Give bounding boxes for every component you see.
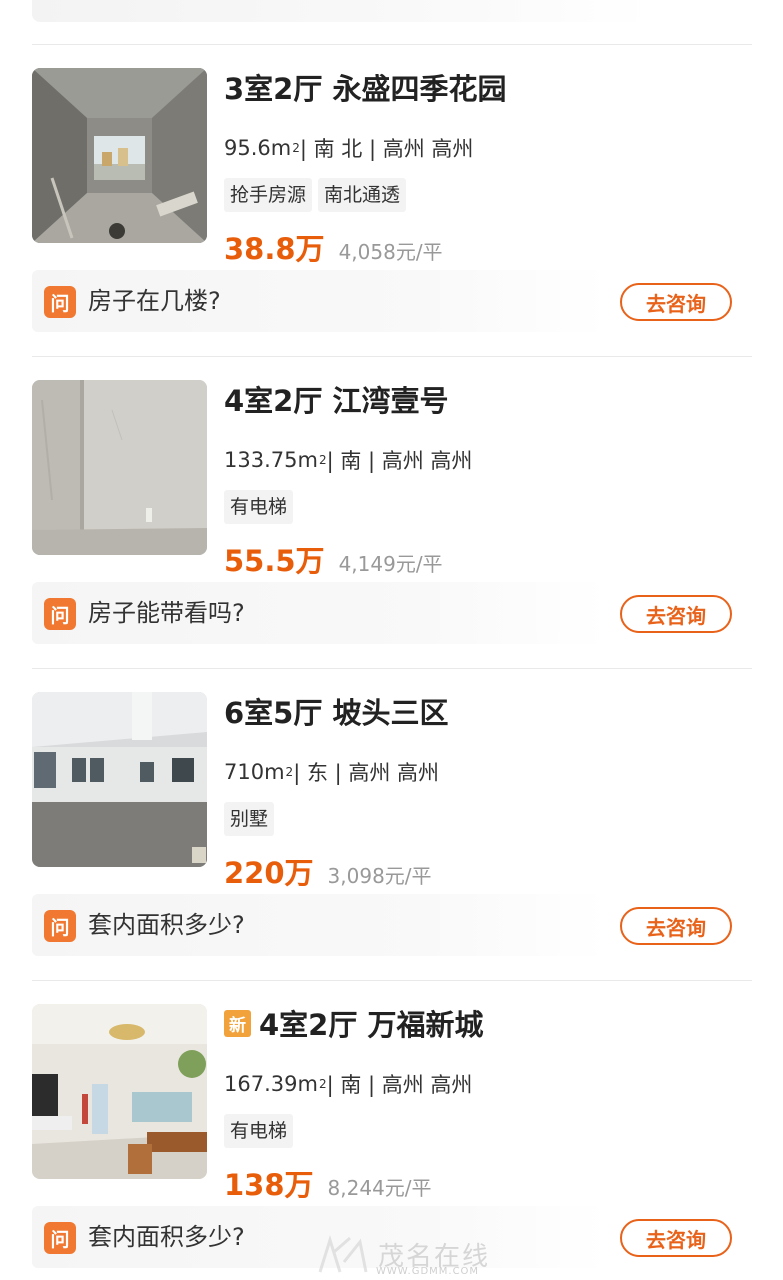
- listing-card[interactable]: 4室2厅 江湾壹号 133.75m 2 | 南 | 高州 高州 有电梯 55.5万…: [32, 356, 752, 668]
- question-bar[interactable]: 问 房子在几楼? 去咨询: [32, 270, 752, 332]
- consult-button[interactable]: 去咨询: [620, 907, 732, 945]
- unit-price: 4,149元/平: [338, 552, 443, 576]
- total-price: 138万: [224, 1168, 314, 1202]
- consult-button[interactable]: 去咨询: [620, 1219, 732, 1257]
- question-icon: 问: [44, 1222, 76, 1254]
- question-icon: 问: [44, 286, 76, 318]
- listing-meta: 710m 2 | 东 | 高州 高州: [224, 756, 439, 788]
- consult-button[interactable]: 去咨询: [620, 595, 732, 633]
- listing-photo[interactable]: [32, 1004, 207, 1179]
- listing-meta: 167.39m 2 | 南 | 高州 高州: [224, 1068, 472, 1100]
- area: 133.75m: [224, 448, 318, 472]
- listing-title[interactable]: 4室2厅 江湾壹号: [224, 378, 448, 420]
- area-unit-sup: 2: [285, 765, 294, 779]
- listing-card[interactable]: 6室5厅 坡头三区 710m 2 | 东 | 高州 高州 别墅 220万 3,09…: [32, 668, 752, 980]
- price-row: 55.5万 4,149元/平: [224, 538, 443, 584]
- orientation-location: | 东 | 高州 高州: [293, 761, 440, 785]
- title-text[interactable]: 3室2厅 永盛四季花园: [224, 66, 506, 108]
- price-row: 138万 8,244元/平: [224, 1162, 432, 1208]
- title-text[interactable]: 4室2厅 江湾壹号: [224, 378, 448, 420]
- tag: 别墅: [224, 802, 275, 836]
- price-row: 220万 3,098元/平: [224, 850, 432, 896]
- area: 710m: [224, 760, 285, 784]
- tag-list: 抢手房源 南北通透: [224, 178, 407, 212]
- unit-price: 8,244元/平: [327, 1176, 432, 1200]
- question-icon: 问: [44, 910, 76, 942]
- listing-feed: 3室2厅 永盛四季花园 95.6m 2 | 南 北 | 高州 高州 抢手房源 南北…: [0, 0, 783, 1280]
- orientation-location: | 南 北 | 高州 高州: [299, 137, 474, 161]
- consult-button[interactable]: 去咨询: [620, 283, 732, 321]
- tag: 南北通透: [318, 178, 407, 212]
- listing-title[interactable]: 新 4室2厅 万福新城: [224, 1002, 483, 1044]
- total-price: 38.8万: [224, 232, 325, 266]
- tag: 抢手房源: [224, 178, 313, 212]
- area: 95.6m: [224, 136, 292, 160]
- listing-title[interactable]: 6室5厅 坡头三区: [224, 690, 448, 732]
- photo-furnished-living-room: [32, 1004, 207, 1179]
- watermark-url: WWW.GDMM.COM: [376, 1266, 480, 1277]
- listing-photo[interactable]: [32, 692, 207, 867]
- question-bar[interactable]: 问 套内面积多少? 去咨询: [32, 894, 752, 956]
- title-text[interactable]: 6室5厅 坡头三区: [224, 690, 448, 732]
- area: 167.39m: [224, 1072, 318, 1096]
- listing-photo[interactable]: [32, 380, 207, 555]
- question-text[interactable]: 套内面积多少?: [88, 1220, 245, 1254]
- question-icon: 问: [44, 598, 76, 630]
- new-badge: 新: [224, 1009, 251, 1037]
- orientation-location: | 南 | 高州 高州: [326, 1073, 473, 1097]
- question-text[interactable]: 套内面积多少?: [88, 908, 245, 942]
- area-unit-sup: 2: [292, 141, 300, 155]
- question-text[interactable]: 房子能带看吗?: [88, 596, 245, 630]
- tag-list: 别墅: [224, 802, 275, 836]
- tag-list: 有电梯: [224, 490, 294, 524]
- area-unit-sup: 2: [318, 453, 327, 467]
- listing-meta: 95.6m 2 | 南 北 | 高州 高州: [224, 132, 473, 164]
- listing-meta: 133.75m 2 | 南 | 高州 高州: [224, 444, 472, 476]
- photo-concrete-wall: [32, 380, 207, 555]
- tag: 有电梯: [224, 1114, 294, 1148]
- listing-photo[interactable]: [32, 68, 207, 243]
- tag: 有电梯: [224, 490, 294, 524]
- total-price: 220万: [224, 856, 314, 890]
- orientation-location: | 南 | 高州 高州: [326, 449, 473, 473]
- total-price: 55.5万: [224, 544, 325, 578]
- photo-unfinished-room-window: [32, 68, 207, 243]
- price-row: 38.8万 4,058元/平: [224, 226, 443, 272]
- listing-title[interactable]: 3室2厅 永盛四季花园: [224, 66, 506, 108]
- area-unit-sup: 2: [318, 1077, 327, 1091]
- unit-price: 4,058元/平: [338, 240, 443, 264]
- question-bar[interactable]: 问 房子能带看吗? 去咨询: [32, 582, 752, 644]
- tag-list: 有电梯: [224, 1114, 294, 1148]
- photo-empty-hall: [32, 692, 207, 867]
- listing-card[interactable]: 3室2厅 永盛四季花园 95.6m 2 | 南 北 | 高州 高州 抢手房源 南北…: [32, 44, 752, 356]
- unit-price: 3,098元/平: [327, 864, 432, 888]
- previous-item-edge: [32, 0, 652, 22]
- question-text[interactable]: 房子在几楼?: [88, 284, 221, 318]
- title-text[interactable]: 4室2厅 万福新城: [259, 1002, 483, 1044]
